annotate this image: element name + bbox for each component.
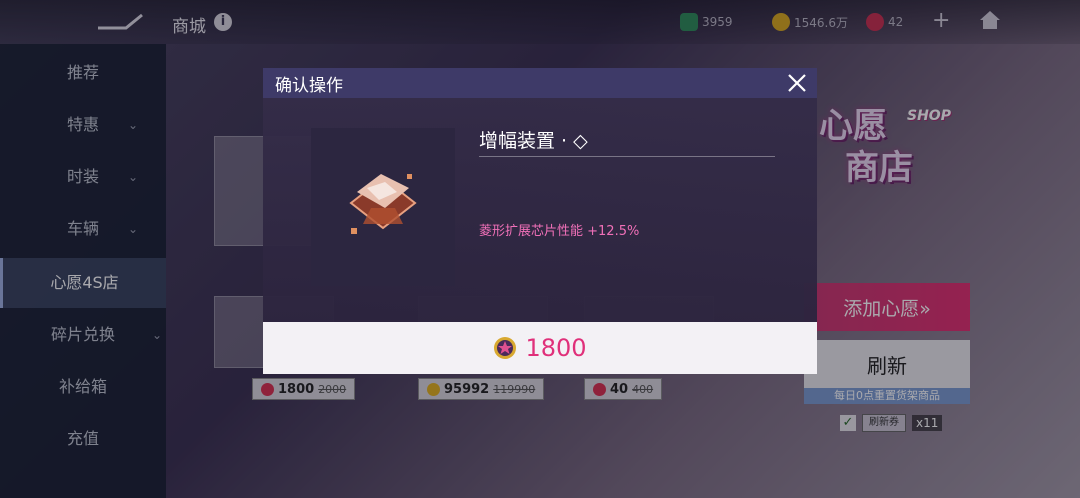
close-icon[interactable] xyxy=(785,71,809,95)
dialog-title: 确认操作 xyxy=(275,76,343,96)
item-description: 菱形扩展芯片性能 +12.5% xyxy=(479,224,640,239)
confirm-purchase-button[interactable]: 1800 xyxy=(263,322,817,374)
amplifier-chip-icon xyxy=(349,174,417,234)
item-name: 增幅装置 · ◇ xyxy=(479,130,588,152)
confirm-dialog: 确认操作 增幅装置 · ◇ 菱形扩展芯片性能 +12.5% 1800 xyxy=(263,68,817,374)
item-image xyxy=(311,128,455,286)
divider xyxy=(479,156,775,157)
confirm-price: 1800 xyxy=(525,334,587,362)
dialog-header: 确认操作 xyxy=(263,68,817,98)
dialog-body: 增幅装置 · ◇ 菱形扩展芯片性能 +12.5% xyxy=(263,98,817,322)
wish-coin-icon xyxy=(494,337,517,359)
